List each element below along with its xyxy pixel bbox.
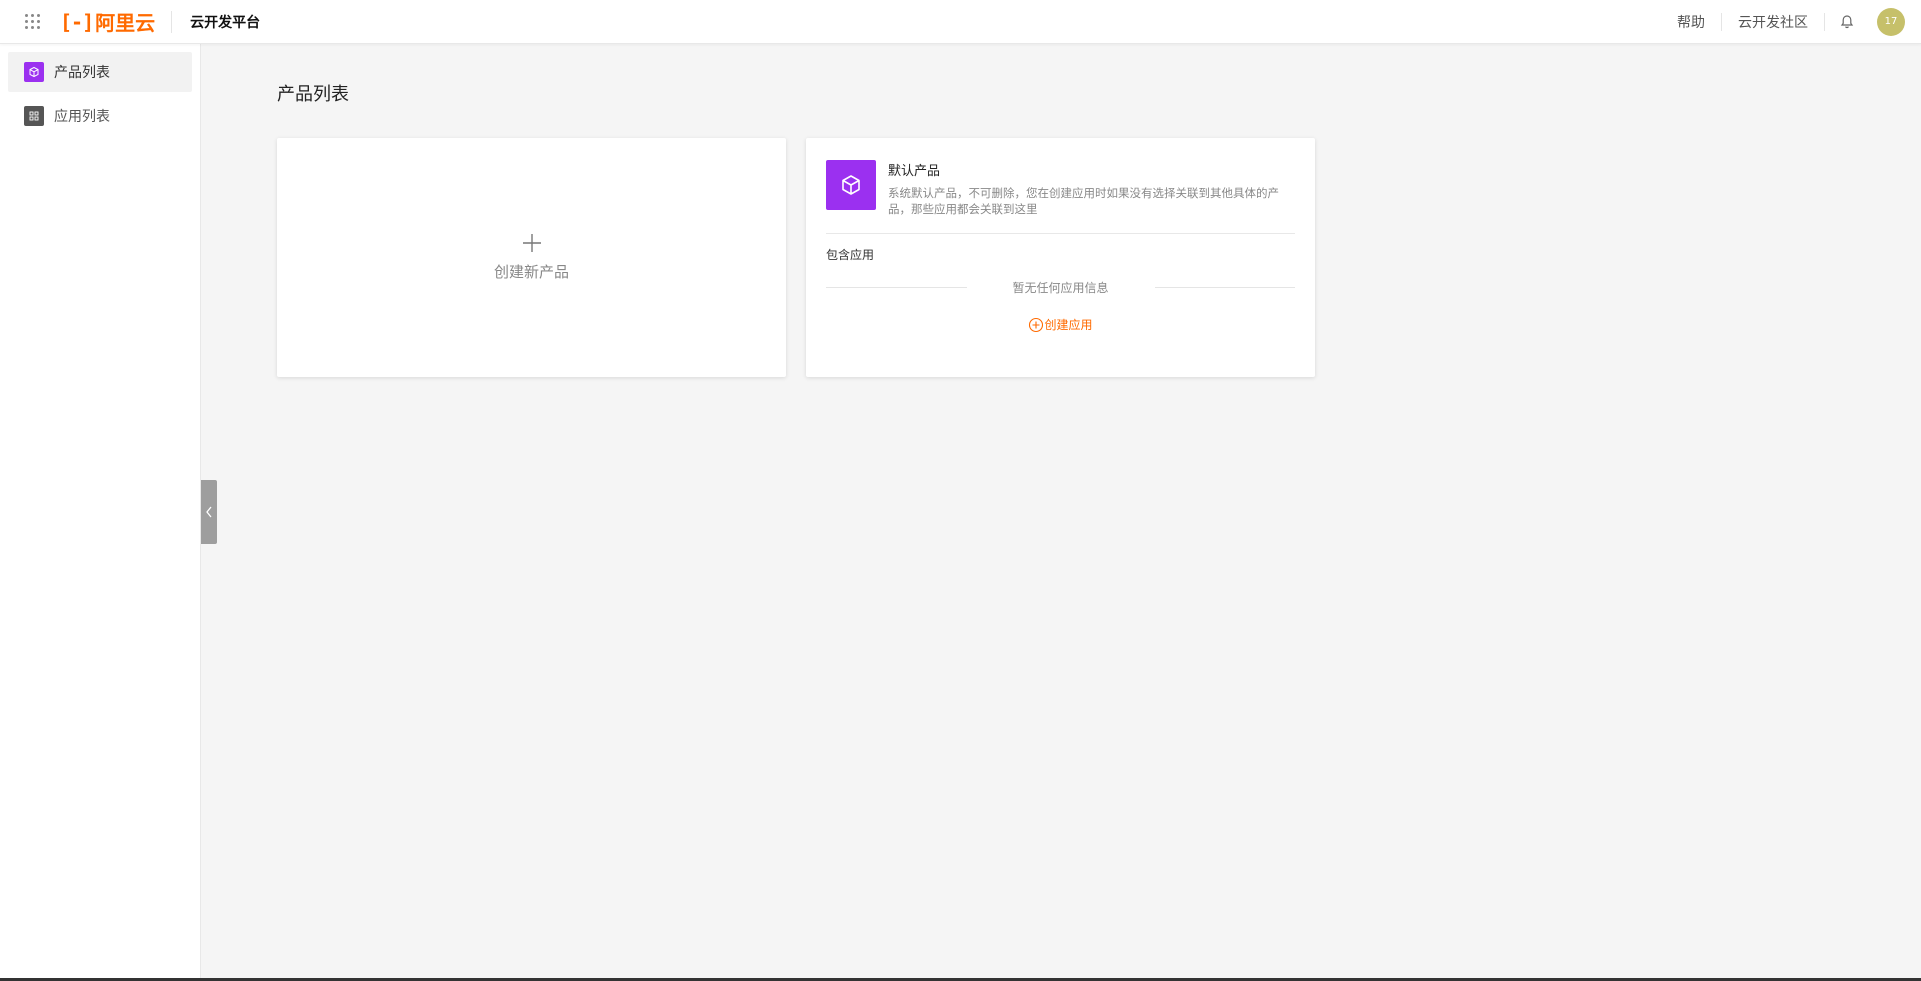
aliyun-logo[interactable]: [-] 阿里云 (60, 9, 173, 35)
product-name[interactable]: 默认产品 (888, 160, 1298, 179)
product-cube-icon (826, 160, 876, 210)
plus-circle-icon (1029, 317, 1044, 332)
empty-state-text: 暂无任何应用信息 (1012, 281, 1109, 295)
empty-state: 暂无任何应用信息 (826, 279, 1296, 296)
contains-apps-label: 包含应用 (826, 248, 875, 262)
header-actions: 帮助 云开发社区 17 (1661, 0, 1921, 44)
product-info: 默认产品 系统默认产品，不可删除，您在创建应用时如果没有选择关联到其他具体的产品… (888, 160, 1298, 217)
product-card: 默认产品 系统默认产品，不可删除，您在创建应用时如果没有选择关联到其他具体的产品… (806, 138, 1315, 377)
grid-icon (24, 14, 40, 29)
sidebar-item-label: 应用列表 (54, 109, 110, 125)
create-product-label: 创建新产品 (493, 263, 569, 281)
divider (826, 233, 1295, 234)
divider (826, 287, 967, 288)
create-product-card[interactable]: 创建新产品 (277, 138, 786, 377)
create-app-button[interactable]: 创建应用 (826, 316, 1295, 333)
notification-bell-icon[interactable] (1825, 14, 1869, 30)
avatar[interactable]: 17 (1877, 7, 1905, 36)
sidebar: 产品列表 应用列表 (0, 44, 201, 981)
plus-icon (522, 234, 541, 252)
divider (1154, 287, 1296, 288)
app-launcher-button[interactable] (10, 0, 54, 44)
cube-icon (24, 62, 44, 82)
sidebar-item-label: 产品列表 (54, 65, 110, 81)
sidebar-collapse-button[interactable] (201, 480, 217, 544)
create-app-label: 创建应用 (1044, 318, 1093, 332)
page-title: 产品列表 (277, 84, 349, 105)
logo-text: 阿里云 (95, 11, 156, 35)
sidebar-item-product-list[interactable]: 产品列表 (8, 52, 192, 92)
community-link[interactable]: 云开发社区 (1722, 12, 1824, 32)
aliyun-logo-mark-icon: [-] (60, 9, 94, 34)
top-header: [-] 阿里云 云开发平台 帮助 云开发社区 17 (0, 0, 1921, 44)
product-header: 默认产品 系统默认产品，不可删除，您在创建应用时如果没有选择关联到其他具体的产品… (826, 160, 1295, 217)
platform-title: 云开发平台 (190, 14, 261, 31)
apps-icon (24, 106, 44, 126)
help-link[interactable]: 帮助 (1661, 12, 1721, 32)
chevron-left-icon (206, 506, 212, 518)
product-description: 系统默认产品，不可删除，您在创建应用时如果没有选择关联到其他具体的产品，那些应用… (888, 186, 1279, 216)
sidebar-item-app-list[interactable]: 应用列表 (8, 96, 192, 136)
